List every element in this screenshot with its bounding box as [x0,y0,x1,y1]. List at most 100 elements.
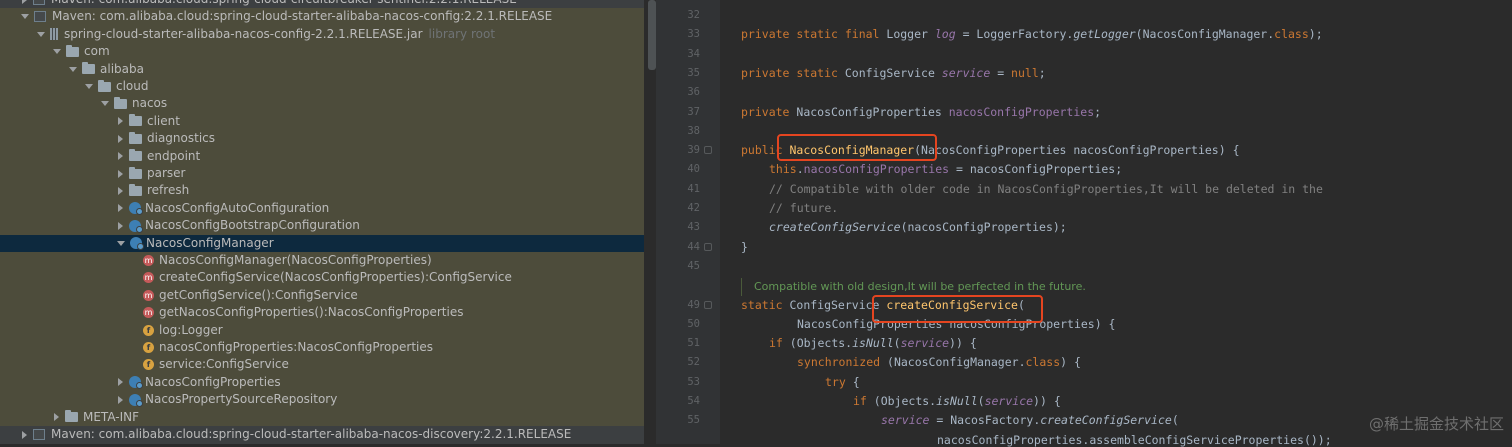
code-line: nacosConfigProperties.assembleConfigServ… [937,432,1332,447]
fold-marker-icon[interactable] [704,146,712,155]
chevron-right-icon[interactable] [118,395,123,404]
chevron-down-icon[interactable] [53,49,61,55]
fold-marker-icon[interactable] [704,242,712,251]
tree-item[interactable]: META-INF [52,409,139,426]
line-number: 37 [687,105,700,118]
field-icon: f [143,342,154,353]
code-line: // Compatible with older code in NacosCo… [769,181,1323,196]
tree-item[interactable]: m NacosConfigManager(NacosConfigPropertie… [132,252,432,269]
highlight-box-create-config-service [872,295,1043,323]
package-folder-icon [129,183,142,196]
tree-item[interactable]: f nacosConfigProperties:NacosConfigProper… [132,339,433,356]
line-number: 54 [687,395,700,407]
package-folder-icon [65,410,78,423]
highlight-box-constructor [777,134,937,161]
fold-marker-icon[interactable] [704,300,712,309]
line-number: 35 [687,66,700,79]
package-folder-icon [98,79,111,92]
line-number: 55 [687,414,700,427]
tree-item[interactable]: refresh [116,182,189,199]
tree-scrollbar[interactable] [648,0,656,70]
line-number: 50 [687,317,700,330]
line-number: 43 [687,221,700,234]
tree-item-label: nacosConfigProperties:NacosConfigPropert… [159,340,434,354]
tree-item[interactable]: NacosConfigProperties [116,374,281,391]
chevron-down-icon[interactable] [37,31,45,37]
chevron-right-icon[interactable] [118,152,123,161]
line-number: 34 [687,47,700,60]
tree-item[interactable]: nacos [100,95,167,112]
line-number: 45 [687,259,700,272]
jar-icon [50,28,58,41]
class-icon [129,376,143,390]
tree-item-label: createConfigService(NacosConfigPropertie… [159,270,512,285]
chevron-right-icon[interactable] [118,204,123,213]
code-line: createConfigService(nacosConfigPropertie… [769,220,1067,235]
chevron-right-icon[interactable] [118,378,123,387]
chevron-right-icon[interactable] [118,134,123,143]
chevron-right-icon[interactable] [118,221,123,230]
tree-item-label: client [147,113,180,128]
chevron-down-icon[interactable] [69,66,77,72]
tree-item[interactable]: NacosConfigManager [116,235,274,252]
package-folder-icon [129,131,142,144]
line-number: 32 [687,9,700,21]
tree-item[interactable]: m createConfigService(NacosConfigProperti… [132,269,512,286]
tree-item[interactable]: m getNacosConfigProperties():NacosConfigP… [132,304,463,321]
tree-item[interactable]: alibaba [68,61,144,78]
code-line: if (Objects.isNull(service)) { [853,394,1061,408]
tree-item[interactable]: spring-cloud-starter-alibaba-nacos-confi… [36,26,495,43]
code-line: // future. [769,201,839,215]
maven-library-icon [34,11,46,23]
class-icon [130,237,144,251]
package-folder-icon [129,166,142,179]
tree-item-label: NacosConfigManager [146,235,274,250]
tree-item[interactable]: f service:ConfigService [132,356,289,373]
tree-item-label: getConfigService():ConfigService [159,287,358,302]
code-line: try { [825,374,860,389]
tree-item[interactable]: Maven: com.alibaba.cloud:spring-cloud-ci… [20,0,517,8]
chevron-right-icon[interactable] [118,169,123,178]
maven-library-icon [33,429,45,440]
code-line: private NacosConfigProperties nacosConfi… [741,104,1102,119]
tree-item-label: parser [147,166,186,180]
code-line: service = NacosFactory.createConfigServi… [881,413,1179,428]
tree-item-label: alibaba [100,61,144,76]
tree-item[interactable]: client [116,113,180,130]
package-folder-icon [114,96,127,109]
chevron-right-icon[interactable] [118,186,123,195]
tree-item-label: service:ConfigService [159,357,289,372]
tree-item[interactable]: m getConfigService():ConfigService [132,287,358,304]
chevron-right-icon[interactable] [22,430,27,439]
tree-item[interactable]: com [52,43,110,60]
tree-item[interactable]: Maven: com.alibaba.cloud:spring-cloud-st… [20,426,571,443]
line-number: 44 [687,240,700,253]
tree-selection [0,234,644,252]
chevron-down-icon[interactable] [117,240,125,246]
chevron-right-icon[interactable] [54,413,59,422]
tree-item[interactable]: Maven: com.alibaba.cloud:spring-cloud-st… [20,8,552,25]
tree-item[interactable]: diagnostics [116,130,215,147]
chevron-down-icon[interactable] [101,101,109,107]
tree-item[interactable]: f log:Logger [132,322,223,339]
library-root-hint: library root [428,26,496,41]
chevron-right-icon[interactable] [22,0,27,4]
tree-item[interactable]: endpoint [116,148,200,165]
field-icon: f [143,359,154,371]
chevron-down-icon[interactable] [21,14,29,20]
tree-item-label: META-INF [83,409,140,424]
tree-item[interactable]: NacosConfigAutoConfiguration [116,200,329,217]
tree-item-label: refresh [147,183,190,198]
chevron-down-icon[interactable] [85,84,93,89]
tree-item[interactable]: cloud [84,78,149,95]
line-number: 53 [687,375,700,388]
rendered-doc-comment: Compatible with old design,It will be pe… [741,278,1086,296]
tree-item[interactable]: parser [116,165,185,182]
tree-item[interactable]: NacosConfigBootstrapConfiguration [116,217,360,234]
package-folder-icon [129,149,142,162]
tree-item[interactable]: NacosPropertySourceRepository [116,391,337,408]
chevron-right-icon[interactable] [118,117,123,126]
